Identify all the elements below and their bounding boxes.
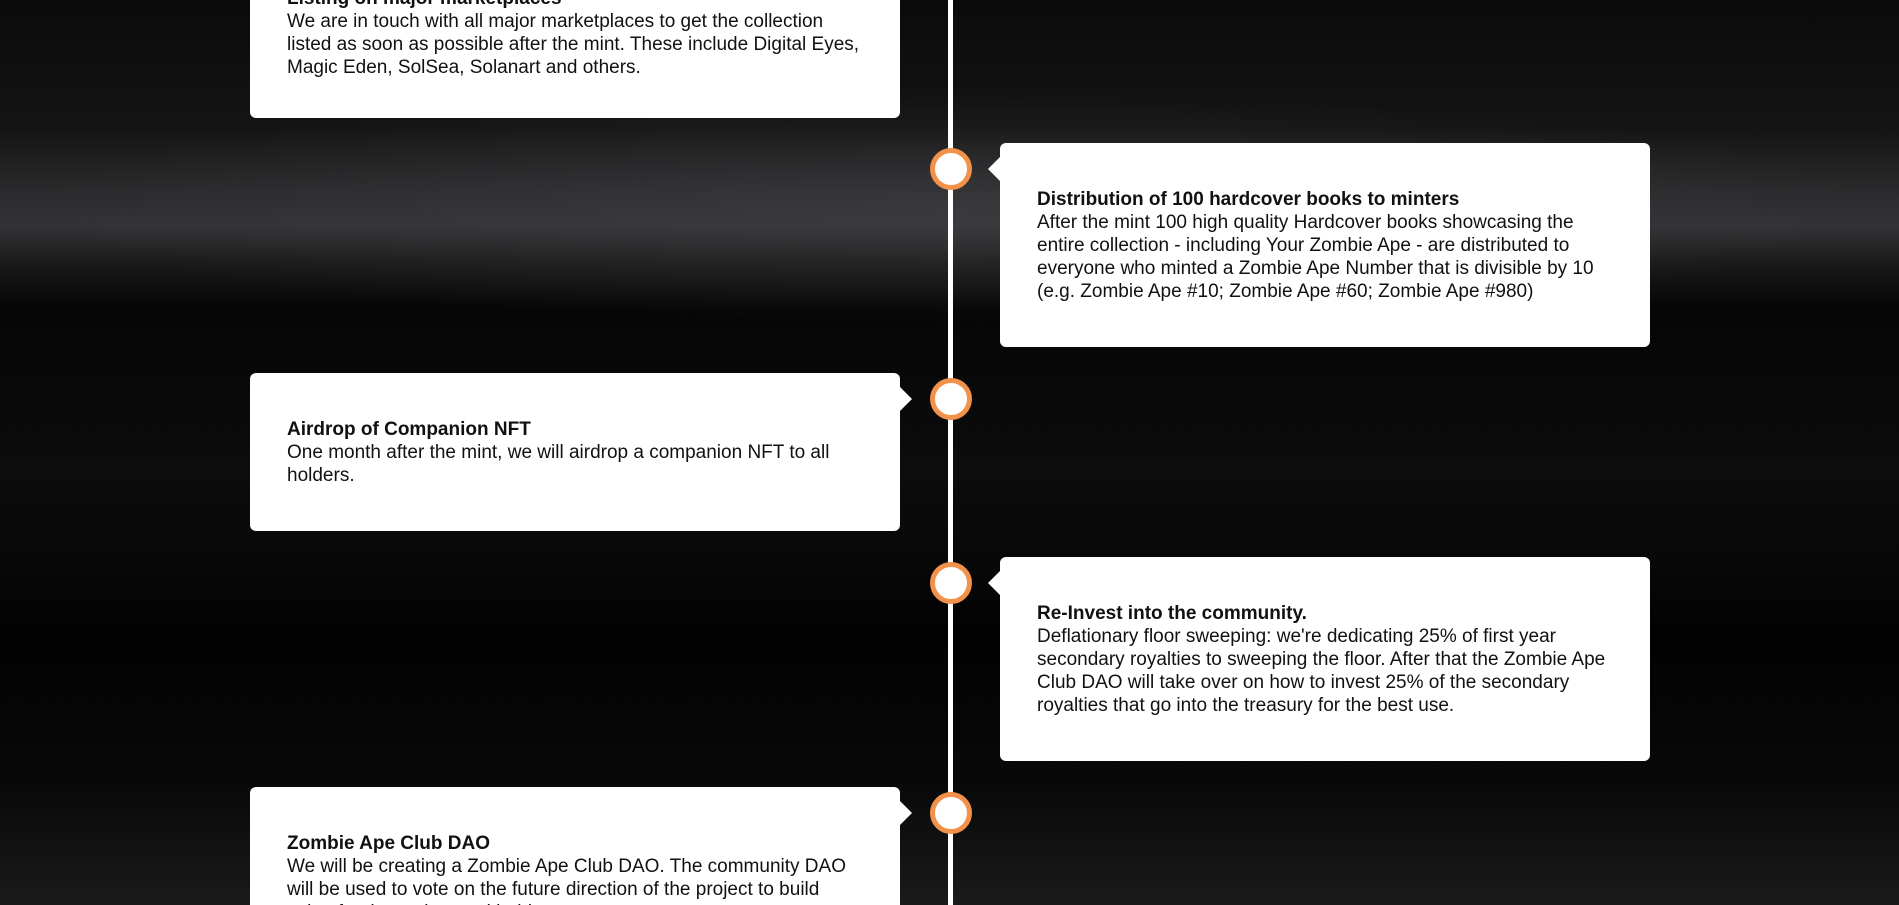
roadmap-card-hardcover-books: Distribution of 100 hardcover books to m… [988,143,1650,347]
roadmap-card-reinvest: Re-Invest into the community. Deflationa… [988,557,1650,761]
roadmap-card-airdrop: Airdrop of Companion NFT One month after… [250,373,912,531]
roadmap-card-marketplaces: Listing on major marketplaces We are in … [250,0,900,118]
roadmap-card-title: Listing on major marketplaces [287,0,864,10]
roadmap-card-text: One month after the mint, we will airdro… [287,442,830,486]
timeline-node-icon [930,792,972,834]
timeline-node-icon [930,562,972,604]
roadmap-card-text: After the mint 100 high quality Hardcove… [1037,212,1594,302]
roadmap-timeline: Listing on major marketplaces We are in … [0,0,1899,905]
timeline-line [948,0,953,905]
roadmap-card-text: We will be creating a Zombie Ape Club DA… [287,856,846,905]
roadmap-card-title: Distribution of 100 hardcover books to m… [1037,189,1460,210]
timeline-node-icon [930,378,972,420]
roadmap-card-text: Deflationary floor sweeping: we're dedic… [1037,626,1606,716]
roadmap-card-dao: Zombie Ape Club DAO We will be creating … [250,787,912,905]
roadmap-card-text: We are in touch with all major marketpla… [287,11,860,78]
roadmap-card-title: Re-Invest into the community. [1037,603,1307,624]
roadmap-card-title: Zombie Ape Club DAO [287,833,491,854]
timeline-node-icon [930,148,972,190]
roadmap-card-title: Airdrop of Companion NFT [287,419,531,440]
